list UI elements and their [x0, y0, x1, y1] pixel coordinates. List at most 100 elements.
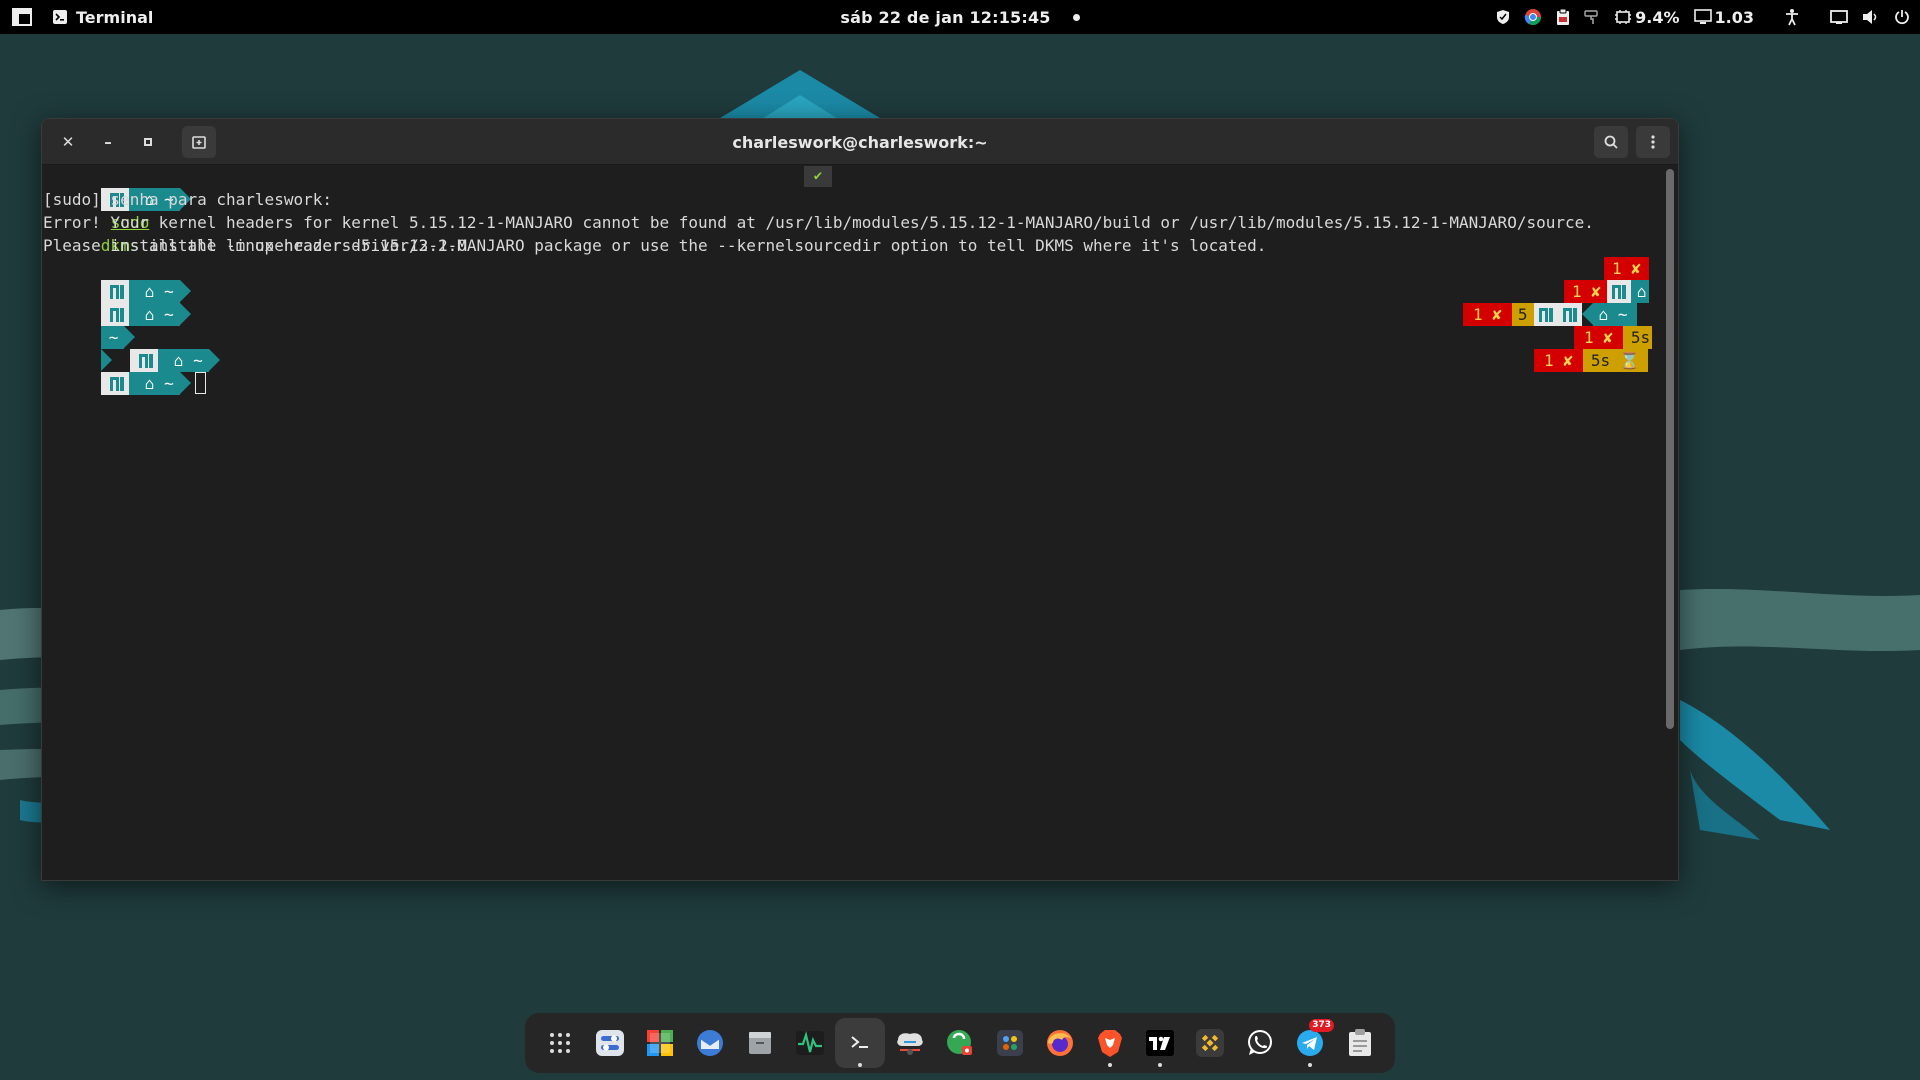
- home-icon: ⌂: [1598, 305, 1609, 324]
- terminal-line-hint: Please install the linux-headers-5.15.12…: [43, 236, 1267, 255]
- dock-system-monitor[interactable]: [785, 1018, 835, 1068]
- notification-dot: [1072, 13, 1080, 21]
- terminal-line-error: Error! Your kernel headers for kernel 5.…: [43, 213, 1594, 232]
- terminal-icon: [851, 1036, 868, 1048]
- system-monitor-icon: [796, 1030, 824, 1055]
- hourglass-icon: ⌛: [1619, 351, 1640, 370]
- right-prompt: 1 ✘: [1604, 257, 1649, 280]
- running-indicator: [1108, 1063, 1112, 1067]
- mail-icon: [697, 1030, 723, 1056]
- software-store-icon: [647, 1030, 673, 1056]
- paint-icon[interactable]: [1584, 9, 1600, 25]
- dock-apps-grid[interactable]: [535, 1018, 585, 1068]
- right-prompt: 1 ✘ 5s ⌛: [1534, 349, 1648, 372]
- monitor-icon: [1693, 9, 1712, 25]
- unread-badge: 373: [1309, 1019, 1334, 1032]
- dock-binance[interactable]: [1185, 1018, 1235, 1068]
- settings-icon: [596, 1030, 624, 1056]
- cpu-icon: [1614, 9, 1632, 25]
- menu-button[interactable]: [1636, 126, 1670, 158]
- volume-icon[interactable]: [1862, 9, 1880, 25]
- cpu-indicator[interactable]: 9.4%: [1614, 7, 1680, 27]
- chrome-icon[interactable]: [1524, 8, 1542, 26]
- binance-icon: [1196, 1029, 1224, 1057]
- terminal-icon: [52, 9, 68, 25]
- app-name: Terminal: [76, 7, 154, 27]
- terminal-scrollbar[interactable]: [1666, 169, 1674, 729]
- window-title: charleswork@charleswork:~: [732, 132, 988, 152]
- app-menu[interactable]: Terminal: [52, 8, 153, 27]
- shield-icon[interactable]: [1496, 9, 1510, 25]
- dock-clipboard[interactable]: [1335, 1018, 1385, 1068]
- search-button[interactable]: [1594, 126, 1628, 158]
- clipboard-icon: [1349, 1029, 1371, 1056]
- search-icon: [1604, 135, 1618, 149]
- dock-software[interactable]: [635, 1018, 685, 1068]
- kebab-menu-icon: [1651, 135, 1655, 149]
- power-icon[interactable]: [1894, 9, 1910, 25]
- dock: 373: [525, 1013, 1395, 1073]
- manjaro-icon: [1538, 307, 1553, 322]
- prompt-line: ⌂ ~: [43, 257, 191, 303]
- close-button[interactable]: ✕: [54, 128, 82, 156]
- load-indicator[interactable]: 1.03: [1693, 7, 1754, 27]
- tradingview-icon: [1146, 1030, 1174, 1056]
- network-icon: [897, 1033, 923, 1055]
- dock-mail[interactable]: [685, 1018, 735, 1068]
- prompt-line-active: ⌂ ~: [43, 349, 206, 395]
- prompt-line: ⌂ ~: [43, 326, 220, 372]
- running-indicator: [1158, 1063, 1162, 1067]
- maximize-button[interactable]: [134, 128, 162, 156]
- text-cursor: [194, 372, 206, 394]
- dock-telegram[interactable]: 373: [1285, 1018, 1335, 1068]
- running-indicator: [858, 1063, 862, 1067]
- dock-vpn[interactable]: [935, 1018, 985, 1068]
- manjaro-icon: [1611, 284, 1626, 299]
- load-value: 1.03: [1714, 7, 1754, 27]
- activities-icon[interactable]: [12, 8, 32, 26]
- dock-brave[interactable]: [1085, 1018, 1135, 1068]
- terminal-line-sudo-prompt: [sudo] senha para charleswork:: [43, 190, 332, 209]
- home-icon: ⌂: [144, 374, 155, 393]
- dock-network[interactable]: [885, 1018, 935, 1068]
- brave-icon: [1098, 1030, 1122, 1057]
- status-ok-badge: ✔: [804, 166, 832, 187]
- firefox-icon: [1047, 1030, 1073, 1056]
- new-tab-button[interactable]: [182, 125, 216, 158]
- screen-icon[interactable]: [1830, 9, 1848, 25]
- dock-whatsapp[interactable]: [1235, 1018, 1285, 1068]
- files-icon: [749, 1032, 771, 1054]
- dock-terminal[interactable]: [835, 1018, 885, 1068]
- right-prompt: 1 ✘ 5s: [1574, 326, 1653, 349]
- cpu-value: 9.4%: [1635, 7, 1680, 27]
- dock-screenshot[interactable]: [985, 1018, 1035, 1068]
- minimize-button[interactable]: –: [94, 128, 122, 156]
- terminal-window: ✕ – charleswork@charleswork:~ ⌂ ~ sudo d…: [41, 118, 1679, 881]
- clipboard-icon[interactable]: [1556, 8, 1570, 26]
- prompt-line: ⌂ ~: [43, 280, 191, 326]
- clock[interactable]: sáb 22 de jan 12:15:45: [840, 8, 1050, 27]
- terminal-output[interactable]: ⌂ ~ sudo dkms install -m openrazer-drive…: [42, 165, 1664, 880]
- right-prompt: 1 ✘ ⌂: [1564, 280, 1649, 303]
- telegram-icon: [1297, 1030, 1323, 1056]
- dock-settings[interactable]: [585, 1018, 635, 1068]
- prompt-line: ~: [43, 303, 136, 349]
- whatsapp-icon: [1248, 1030, 1272, 1055]
- vpn-icon: [947, 1030, 972, 1055]
- terminal-line-command: ⌂ ~ sudo dkms install -m openrazer-drive…: [43, 165, 467, 255]
- dock-firefox[interactable]: [1035, 1018, 1085, 1068]
- window-headerbar: ✕ – charleswork@charleswork:~: [42, 119, 1678, 165]
- new-tab-icon: [192, 135, 206, 149]
- dock-files[interactable]: [735, 1018, 785, 1068]
- running-indicator: [1308, 1063, 1312, 1067]
- home-icon: ⌂: [144, 305, 155, 324]
- dock-tradingview[interactable]: [1135, 1018, 1185, 1068]
- screenshot-icon: [997, 1030, 1023, 1056]
- maximize-icon: [144, 137, 152, 146]
- right-prompt: 1 ✘ 5 ⌂ ~: [1463, 303, 1638, 326]
- manjaro-icon: [1562, 307, 1577, 322]
- manjaro-icon: [109, 376, 124, 391]
- top-bar: Terminal sáb 22 de jan 12:15:45 9.4% 1.0…: [0, 0, 1920, 34]
- home-icon: ⌂: [1636, 282, 1647, 301]
- accessibility-icon[interactable]: [1784, 8, 1800, 26]
